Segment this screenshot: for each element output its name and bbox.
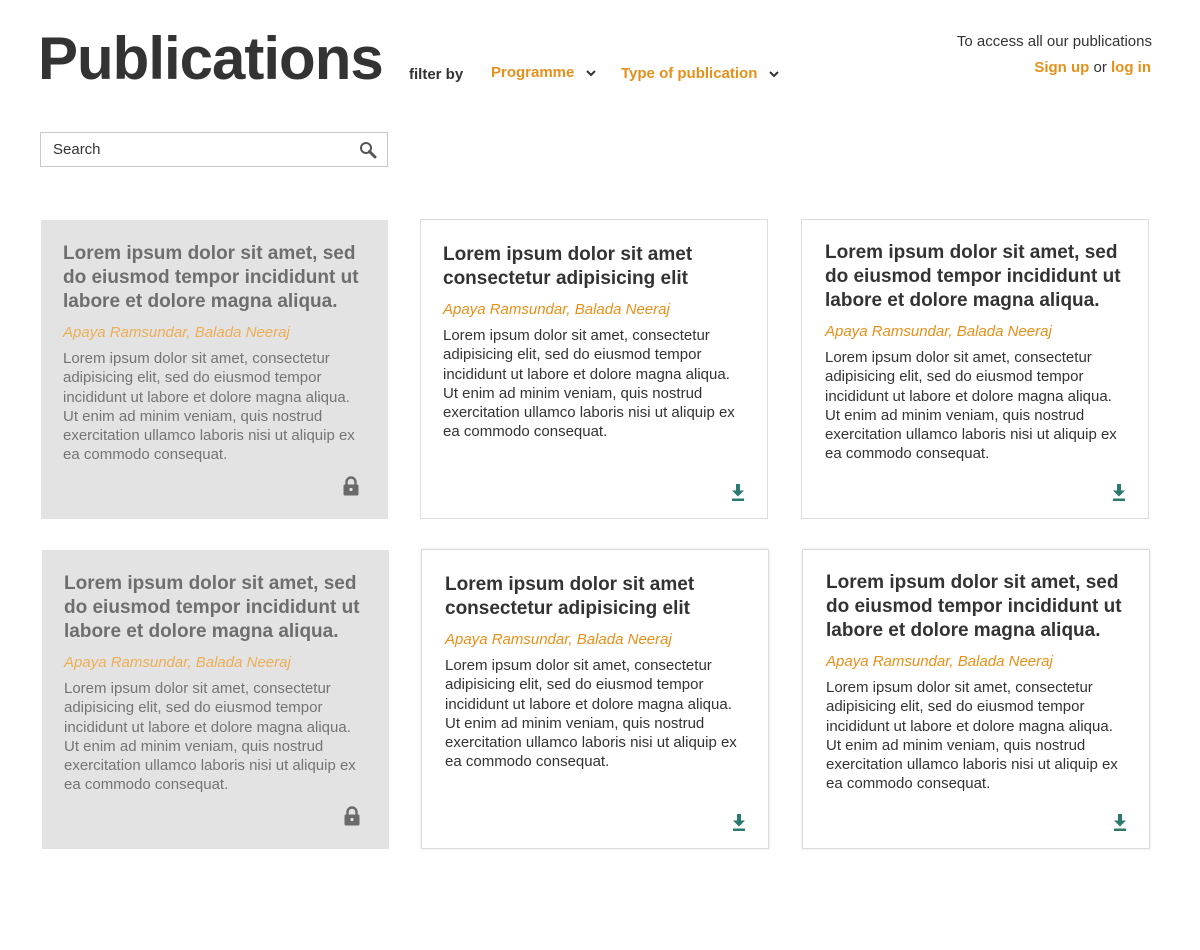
type-filter-label: Type of publication [621,65,758,82]
download-icon[interactable] [731,484,745,501]
card-description: Lorem ipsum dolor sit amet, consectetur … [445,657,737,771]
card-description: Lorem ipsum dolor sit amet, consectetur … [443,327,735,441]
card-description: Lorem ipsum dolor sit amet, consectetur … [63,350,355,464]
card-title: Lorem ipsum dolor sit amet, sed do eiusm… [64,573,360,642]
download-icon[interactable] [732,814,746,831]
card-authors: Apaya Ramsundar, Balada Neeraj [63,324,290,341]
search-input[interactable] [41,133,341,166]
auth-links: Sign up or log in [1034,59,1151,76]
publication-card[interactable]: Lorem ipsum dolor sit amet, sed do eiusm… [801,219,1149,519]
chevron-down-icon [769,70,780,77]
page-title: Publications [38,25,384,92]
publication-card[interactable]: Lorem ipsum dolor sit amet consectetur a… [421,549,769,849]
publication-card-locked[interactable]: Lorem ipsum dolor sit amet, sed do eiusm… [42,550,389,849]
programme-filter-label: Programme [491,64,575,81]
chevron-down-icon [586,69,597,76]
publication-card-locked[interactable]: Lorem ipsum dolor sit amet, sed do eiusm… [41,220,388,519]
card-authors: Apaya Ramsundar, Balada Neeraj [443,301,670,318]
card-authors: Apaya Ramsundar, Balada Neeraj [445,631,672,648]
card-title: Lorem ipsum dolor sit amet, sed do eiusm… [63,243,359,312]
card-authors: Apaya Ramsundar, Balada Neeraj [826,653,1053,670]
card-description: Lorem ipsum dolor sit amet, consectetur … [64,680,356,794]
card-title: Lorem ipsum dolor sit amet consectetur a… [443,244,693,289]
auth-or-text: or [1093,59,1107,76]
programme-filter-dropdown[interactable]: Programme [491,64,598,81]
card-title: Lorem ipsum dolor sit amet, sed do eiusm… [826,572,1122,641]
card-description: Lorem ipsum dolor sit amet, consectetur … [826,679,1118,793]
download-icon[interactable] [1112,484,1126,501]
card-authors: Apaya Ramsundar, Balada Neeraj [64,654,291,671]
type-of-publication-filter-dropdown[interactable]: Type of publication [621,65,781,82]
publication-card[interactable]: Lorem ipsum dolor sit amet consectetur a… [420,219,768,519]
lock-icon [344,806,360,826]
sign-up-link[interactable]: Sign up [1034,59,1089,76]
search-box [40,132,388,167]
card-title: Lorem ipsum dolor sit amet consectetur a… [445,574,695,619]
publication-card[interactable]: Lorem ipsum dolor sit amet, sed do eiusm… [802,549,1150,849]
log-in-link[interactable]: log in [1111,59,1151,76]
access-message: To access all our publications [956,33,1152,50]
search-icon[interactable] [359,141,377,159]
card-title: Lorem ipsum dolor sit amet, sed do eiusm… [825,242,1121,311]
download-icon[interactable] [1113,814,1127,831]
card-description: Lorem ipsum dolor sit amet, consectetur … [825,349,1117,463]
lock-icon [343,476,359,496]
card-authors: Apaya Ramsundar, Balada Neeraj [825,323,1052,340]
filter-label: filter by [409,66,464,83]
